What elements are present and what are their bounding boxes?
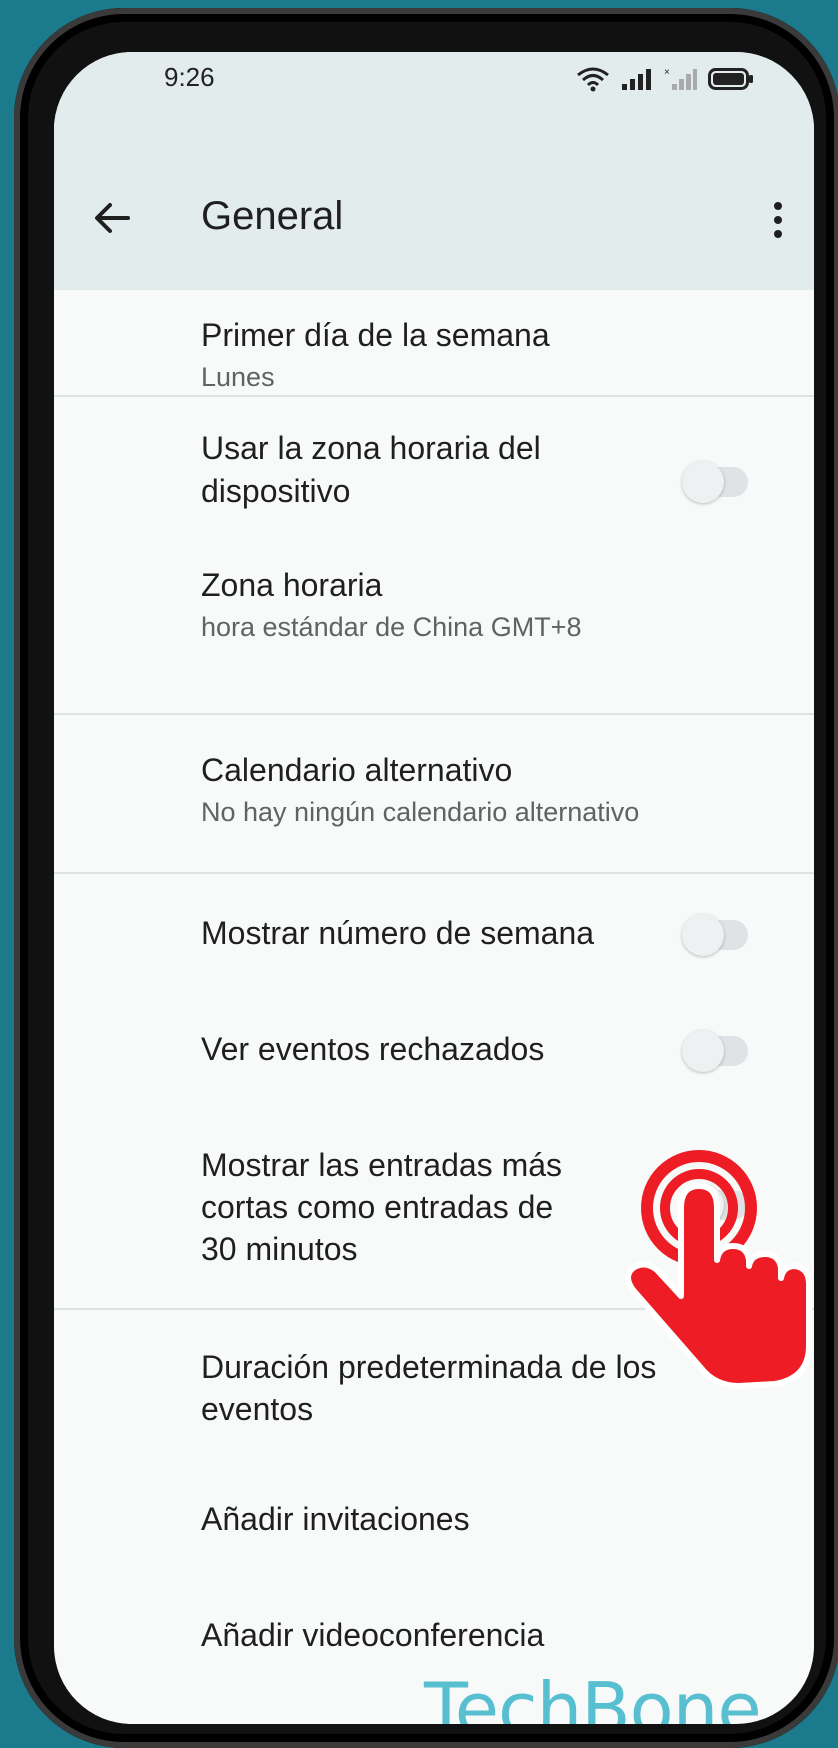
setting-device-timezone-title-line2: dispositivo <box>201 473 351 509</box>
more-options-icon[interactable] <box>770 200 786 240</box>
signal-icon <box>622 69 651 90</box>
status-time: 9:26 <box>164 62 215 92</box>
setting-timezone[interactable]: Zona horaria hora estándar de China GMT+… <box>54 532 814 682</box>
setting-add-invitations[interactable]: Añadir invitaciones <box>54 1454 814 1568</box>
toggle-knob <box>682 461 724 503</box>
screen: 9:26 × General Primer día de la semana L… <box>54 52 814 1724</box>
tap-hand-icon <box>625 1150 812 1389</box>
setting-declined-events[interactable]: Ver eventos rechazados <box>54 990 814 1104</box>
signal-2-icon: × <box>664 67 697 90</box>
toggle-knob <box>682 1030 724 1072</box>
setting-first-day-title: Primer día de la semana <box>201 317 550 353</box>
wifi-icon <box>577 67 609 92</box>
setting-week-number-title: Mostrar número de semana <box>201 915 595 951</box>
setting-alt-calendar-title: Calendario alternativo <box>201 752 513 788</box>
setting-alt-calendar-value: No hay ningún calendario alternativo <box>201 797 640 827</box>
toggle-knob <box>682 914 724 956</box>
setting-short-entries-title-line3: 30 minutos <box>201 1231 358 1267</box>
setting-week-number[interactable]: Mostrar número de semana <box>54 874 814 988</box>
page-title: General <box>201 194 344 238</box>
setting-add-invitations-title: Añadir invitaciones <box>201 1501 470 1537</box>
battery-icon <box>708 68 753 90</box>
week-number-toggle[interactable] <box>682 914 748 956</box>
app-bar: General <box>54 112 814 290</box>
watermark-logo: TechBone <box>424 1667 762 1724</box>
setting-declined-events-title: Ver eventos rechazados <box>201 1031 545 1067</box>
declined-events-toggle[interactable] <box>682 1030 748 1072</box>
setting-first-day-value: Lunes <box>201 362 275 392</box>
setting-alt-calendar[interactable]: Calendario alternativo No hay ningún cal… <box>54 715 814 871</box>
setting-timezone-value: hora estándar de China GMT+8 <box>201 612 582 642</box>
svg-text:×: × <box>664 67 670 78</box>
back-arrow-icon[interactable] <box>92 198 132 238</box>
setting-add-videoconference-title: Añadir videoconferencia <box>201 1617 545 1653</box>
setting-default-duration-title-line2: eventos <box>201 1391 314 1427</box>
status-icons: × <box>576 66 754 92</box>
setting-short-entries-title-line1: Mostrar las entradas más <box>201 1147 563 1183</box>
setting-timezone-title: Zona horaria <box>201 567 383 603</box>
device-timezone-toggle[interactable] <box>682 461 748 503</box>
setting-device-timezone[interactable]: Usar la zona horaria del dispositivo <box>54 397 814 527</box>
setting-default-duration-title-line1: Duración predeterminada de los <box>201 1349 657 1385</box>
setting-device-timezone-title-line1: Usar la zona horaria del <box>201 430 541 466</box>
setting-short-entries-title-line2: cortas como entradas de <box>201 1189 554 1225</box>
